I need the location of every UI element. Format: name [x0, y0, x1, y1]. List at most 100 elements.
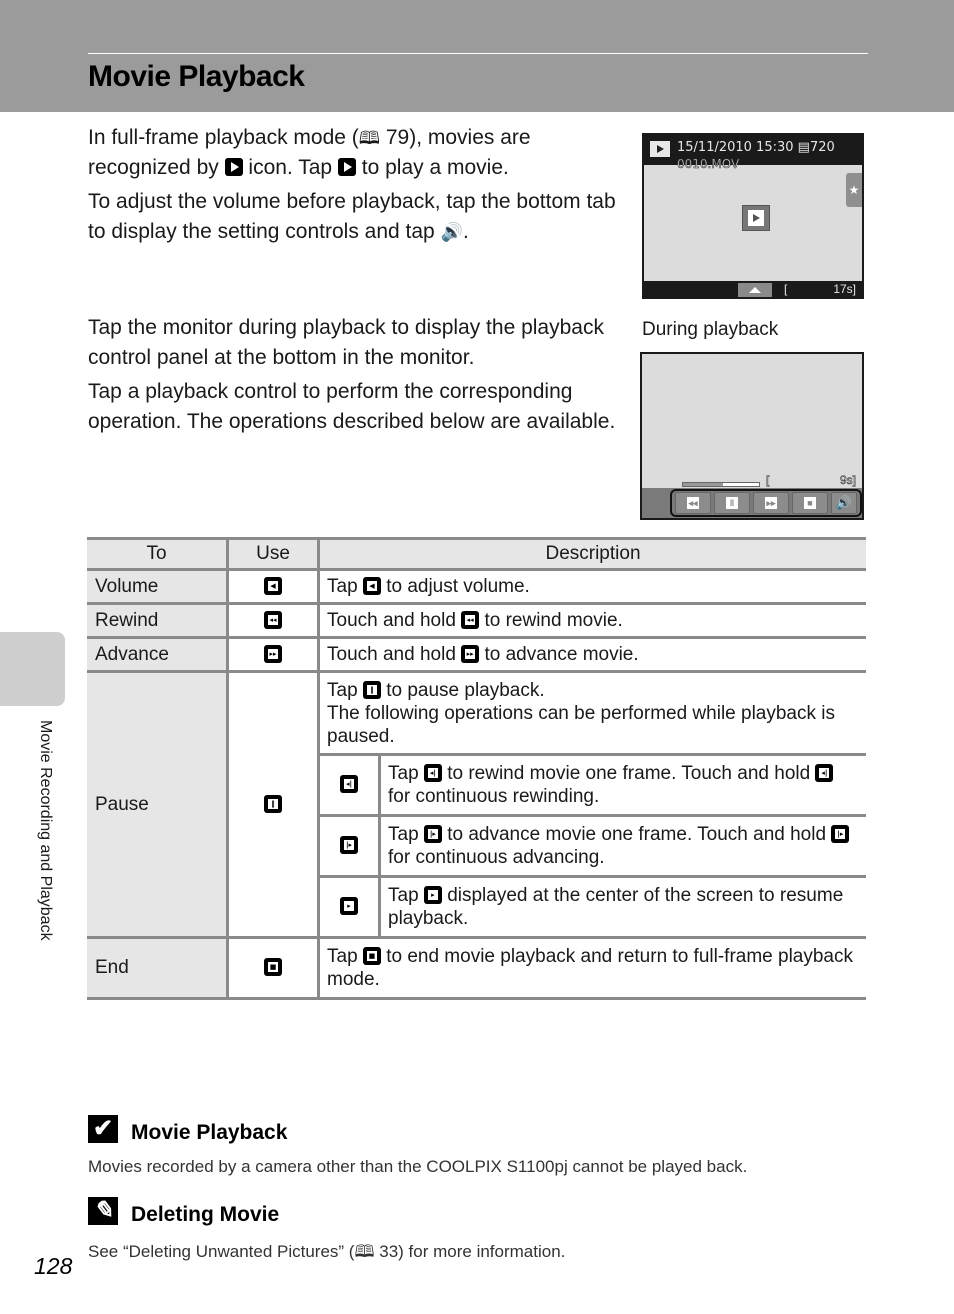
text: ) for more information.: [398, 1242, 566, 1261]
cell-description: Touch and hold ▸▸ to advance movie.: [317, 636, 866, 673]
screen-datetime: 15/11/2010 15:30 ▤720: [677, 140, 835, 155]
text: to adjust volume.: [380, 576, 530, 597]
stop-icon: ■: [804, 497, 816, 509]
frame-rewind-icon: ◂|: [340, 775, 358, 793]
rewind-button[interactable]: ◂◂: [675, 492, 711, 514]
text: to rewind movie one frame. Touch and hol…: [441, 763, 816, 784]
playback-control-panel: ◂◂ ‖ ▸▸ ■ 🔊: [670, 489, 862, 517]
cell-use: ■: [226, 936, 320, 1000]
caution-check-icon: ✔: [88, 1115, 118, 1143]
frame-advance-icon: |▸: [423, 825, 442, 843]
cell-to: Rewind: [87, 602, 229, 639]
header-band: [0, 0, 954, 112]
movie-play-icon: [224, 158, 243, 176]
table-row-pause: Pause ‖ Tap ‖ to pause playback. The foll…: [87, 670, 866, 939]
advance-icon: ▸▸: [264, 644, 282, 663]
cell-sub-use: ▸: [318, 875, 381, 939]
text: to play a movie.: [355, 156, 509, 179]
cell-to: End: [87, 936, 229, 1000]
text: icon. Tap: [242, 156, 338, 179]
cell-description: Tap ■ to end movie playback and return t…: [317, 936, 866, 1000]
info-body: See “Deleting Unwanted Pictures” (🕮 33) …: [88, 1239, 565, 1268]
advance-button[interactable]: ▸▸: [753, 492, 789, 514]
bottom-tab-button[interactable]: [738, 283, 772, 297]
info-title: Deleting Movie: [131, 1203, 280, 1226]
page-title: Movie Playback: [88, 60, 305, 93]
stop-button[interactable]: ■: [792, 492, 828, 514]
frame-advance-icon: |▸: [340, 836, 358, 854]
screen-filename: 0010.MOV: [677, 157, 740, 172]
movie-length: 17s]: [833, 282, 856, 296]
frame-advance-icon: |▸: [831, 825, 850, 843]
datetime-text: 15/11/2010 15:30: [677, 140, 794, 155]
pause-button[interactable]: ‖: [714, 492, 750, 514]
movie-play-icon: [337, 158, 356, 176]
text: In full-frame playback mode (: [88, 126, 359, 149]
volume-icon: ◀: [264, 576, 282, 595]
cell-use: ‖: [226, 670, 320, 939]
text: to rewind movie.: [479, 610, 623, 631]
intro-paragraph-3: Tap the monitor during playback to displ…: [88, 316, 604, 369]
text: to advance movie one frame. Touch and ho…: [441, 824, 832, 845]
text: To adjust the volume before playback, ta…: [88, 190, 616, 243]
book-reference-icon: 🕮: [358, 128, 381, 148]
volume-icon: 🔊: [440, 222, 463, 242]
camera-screen-during-playback: [ 9s] ◂◂ ‖ ▸▸ ■ 🔊: [640, 352, 864, 520]
header-to: To: [87, 537, 229, 571]
favorite-star-tab[interactable]: ★: [846, 173, 862, 207]
text: for continuous advancing.: [388, 847, 605, 868]
cell-description: Touch and hold ◂◂ to rewind movie.: [317, 602, 866, 639]
text: Tap: [327, 946, 363, 967]
text: Tap: [327, 576, 363, 597]
play-icon: ▸: [423, 886, 442, 904]
header-rule: [88, 53, 868, 54]
cell-use: ◂◂: [226, 602, 320, 639]
text: displayed at the center of the screen to…: [388, 885, 844, 929]
page-reference[interactable]: 79: [386, 126, 409, 149]
caution-title: Movie Playback: [131, 1121, 288, 1144]
table-header-row: To Use Description: [87, 537, 866, 571]
cell-use: ▸▸: [226, 636, 320, 673]
center-play-button[interactable]: [742, 205, 770, 231]
pause-icon: ‖: [264, 794, 282, 813]
rewind-icon: ◂◂: [264, 610, 282, 629]
advance-icon: ▸▸: [765, 497, 777, 509]
page-number: 128: [34, 1253, 73, 1279]
text: See “Deleting Unwanted Pictures” (: [88, 1242, 355, 1261]
during-playback-caption: During playback: [642, 319, 779, 340]
volume-button[interactable]: 🔊: [831, 492, 857, 514]
advance-icon: ▸▸: [461, 645, 480, 663]
text: The following operations can be performe…: [327, 702, 835, 747]
text: Tap: [388, 824, 424, 845]
playback-mode-icon: [650, 141, 670, 157]
header-description: Description: [317, 537, 866, 571]
operations-table: To Use Description Volume ◀ Tap ◀ to adj…: [87, 537, 866, 1000]
text: to pause playback.: [380, 679, 545, 701]
caution-body: Movies recorded by a camera other than t…: [88, 1157, 748, 1176]
intro-paragraph-2: To adjust the volume before playback, ta…: [88, 187, 618, 247]
time-bracket: [: [784, 282, 788, 296]
header-use: Use: [226, 537, 320, 571]
pause-icon: ‖: [362, 680, 381, 699]
frame-rewind-icon: ◂|: [815, 764, 834, 782]
note-pencil-icon: ✎: [88, 1197, 118, 1225]
movie-quality-icon: ▤: [797, 140, 810, 155]
cell-sub-use: ◂|: [318, 753, 381, 817]
volume-icon: 🔊: [835, 495, 853, 510]
stop-icon: ■: [264, 958, 282, 976]
cell-to: Pause: [87, 670, 229, 939]
volume-icon: ◀: [362, 577, 381, 595]
page-reference[interactable]: 33: [379, 1242, 398, 1261]
cell-description: Tap ‖ to pause playback. The following op…: [317, 670, 866, 756]
quality-text: 720: [809, 140, 835, 155]
rewind-icon: ◂◂: [461, 611, 480, 629]
frame-rewind-icon: ◂|: [423, 764, 442, 782]
cell-sub-description: Tap ▸ displayed at the center of the scr…: [378, 875, 866, 939]
text: Tap: [388, 763, 424, 784]
play-icon: ▸: [340, 897, 358, 915]
text: to advance movie.: [479, 644, 639, 665]
text: Tap: [388, 885, 424, 906]
text: Touch and hold: [327, 610, 462, 631]
text: .: [462, 220, 469, 243]
playback-progress-bar: [682, 482, 760, 487]
